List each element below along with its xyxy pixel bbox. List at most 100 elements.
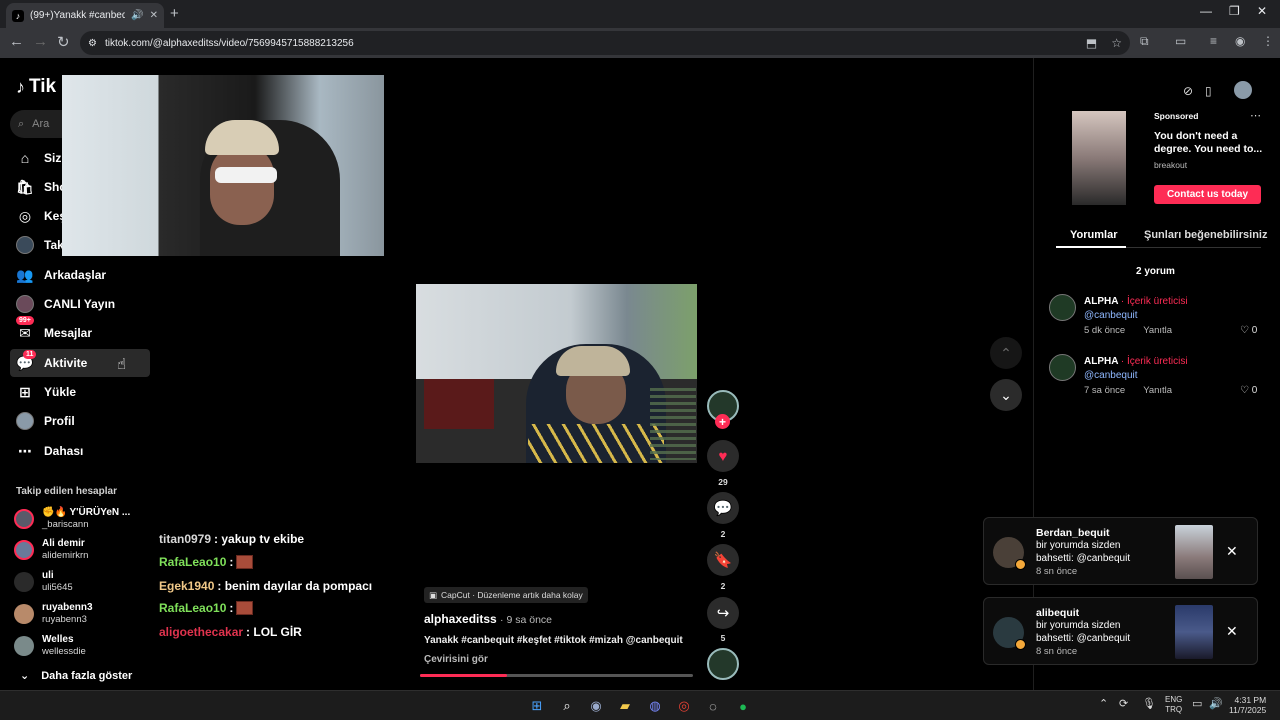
video-progress-bar[interactable] xyxy=(420,674,693,677)
comment-avatar[interactable] xyxy=(1049,354,1076,381)
show-more-button[interactable]: ⌄ Daha fazla göster xyxy=(20,669,132,683)
comment-button[interactable]: 💬 xyxy=(707,492,739,524)
tiktok-logo[interactable]: ♪ Tik xyxy=(16,76,56,98)
media-control-icon[interactable]: ≡ xyxy=(1210,34,1217,48)
notification-thumbnail xyxy=(1175,525,1213,579)
browser-tab-bar: ♪ (99+)Yanakk #canbequit #ke 🔊 ✕ + — ❐ ✕ xyxy=(0,0,1280,28)
like-button[interactable]: ♥ xyxy=(707,440,739,472)
microphone-icon[interactable]: 🎙 xyxy=(1142,697,1156,710)
like-count: 29 xyxy=(718,477,728,487)
window-close-icon[interactable]: ✕ xyxy=(1257,4,1267,18)
compass-icon: ◎ xyxy=(18,207,32,224)
new-tab-button[interactable]: + xyxy=(170,5,179,22)
comment-like[interactable]: ♡ 0 xyxy=(1240,385,1257,396)
search-icon[interactable]: ⌕ xyxy=(558,697,576,715)
heart-outline-icon: ♡ xyxy=(1240,325,1249,336)
volume-icon[interactable]: 🔊 xyxy=(1209,697,1223,710)
comment-like[interactable]: ♡ 0 xyxy=(1240,325,1257,336)
sidebar-item-messages[interactable]: ✉ Mesajlar 99+ xyxy=(10,316,150,347)
reply-button[interactable]: Yanıtla xyxy=(1143,385,1172,396)
spotify-icon[interactable]: ● xyxy=(734,697,752,715)
share-button[interactable]: ↪ xyxy=(707,597,739,629)
following-account[interactable]: ✊🔥 Y'ÜRÜYeN ... _bariscann xyxy=(14,504,154,534)
contact-us-button[interactable]: Contact us today xyxy=(1154,185,1261,204)
save-count: 2 xyxy=(720,581,726,591)
app-icon[interactable]: ◍ xyxy=(646,697,664,715)
tab-comments[interactable]: Yorumlar xyxy=(1070,229,1117,241)
close-icon[interactable]: ✕ xyxy=(1226,623,1238,640)
file-explorer-icon[interactable]: ▰ xyxy=(616,697,634,715)
messages-badge: 99+ xyxy=(16,316,34,325)
account-avatar xyxy=(14,604,34,624)
reply-button[interactable]: Yanıtla xyxy=(1143,325,1172,336)
following-account[interactable]: uli uli5645 xyxy=(14,567,154,597)
windows-taskbar: ⊞ ⌕ ◉ ▰ ◍ ◎ ◌ ● ⌃ ⟳ 🎙 ENG TRQ ▭ 🔊 4:31 P… xyxy=(0,690,1280,720)
windows-start-icon[interactable]: ⊞ xyxy=(528,697,546,715)
discord-icon[interactable]: ◌ xyxy=(704,697,722,715)
comment-avatar[interactable] xyxy=(1049,294,1076,321)
following-account[interactable]: Ali demir alidemirkrn xyxy=(14,535,154,565)
restore-icon[interactable]: ❐ xyxy=(1229,4,1240,18)
site-info-icon[interactable]: ⚙ xyxy=(88,38,97,49)
browser-menu-icon[interactable]: ⋮ xyxy=(1262,34,1274,48)
capcut-label[interactable]: ▣ CapCut · Düzenleme artık daha kolay xyxy=(424,587,588,603)
save-button[interactable]: 🔖 xyxy=(707,544,739,576)
comment-author[interactable]: ALPHA · İçerik üreticisi xyxy=(1084,296,1188,307)
bookmark-star-icon[interactable]: ☆ xyxy=(1111,36,1122,50)
network-icon[interactable]: ▭ xyxy=(1192,697,1202,710)
close-icon[interactable]: ✕ xyxy=(1226,543,1238,560)
chrome-icon[interactable]: ◎ xyxy=(675,697,693,715)
sidebar-item-live[interactable]: CANLI Yayın xyxy=(10,290,150,318)
notification-time: 8 sn önce xyxy=(1036,566,1078,577)
minimize-icon[interactable]: — xyxy=(1200,4,1212,18)
sidebar-item-profile[interactable]: Profil xyxy=(10,407,150,435)
tab-close-icon[interactable]: ✕ xyxy=(150,10,158,21)
sync-icon[interactable]: ⟳ xyxy=(1119,697,1128,710)
split-view-icon[interactable]: ▭ xyxy=(1175,34,1186,48)
mention-notification[interactable]: Berdan_bequit bir yorumda sizden bahsett… xyxy=(983,517,1258,585)
comment-bubble-icon: 💬 xyxy=(713,500,733,517)
chat-message: RafaLeao10 : xyxy=(159,555,254,569)
tray-overflow-icon[interactable]: ⌃ xyxy=(1099,697,1108,710)
follow-plus-icon[interactable]: + xyxy=(715,414,730,429)
url-field[interactable]: ⚙ tiktok.com/@alphaxeditss/video/7569945… xyxy=(80,31,1130,55)
reload-icon[interactable]: ↻ xyxy=(57,33,70,51)
tab-audio-icon[interactable]: 🔊 xyxy=(131,10,143,21)
sound-disc-avatar[interactable] xyxy=(707,648,739,680)
chevron-up-icon: ⌃ xyxy=(1000,344,1012,361)
next-video-button[interactable]: ⌄ xyxy=(990,379,1022,411)
user-avatar[interactable] xyxy=(1234,81,1252,99)
sidebar-item-friends[interactable]: 👥 Arkadaşlar xyxy=(10,261,150,289)
sidebar-item-upload[interactable]: ⊞ Yükle xyxy=(10,378,150,406)
comment-mention[interactable]: @canbequit xyxy=(1084,370,1138,381)
coins-icon[interactable]: ⊘ xyxy=(1183,84,1193,98)
clock[interactable]: 4:31 PM 11/7/2025 xyxy=(1229,695,1266,715)
steam-icon[interactable]: ◉ xyxy=(587,697,605,715)
install-app-icon[interactable]: ⬒ xyxy=(1086,36,1097,50)
translate-link[interactable]: Çevirisini gör xyxy=(424,654,488,665)
browser-tab[interactable]: ♪ (99+)Yanakk #canbequit #ke 🔊 ✕ xyxy=(6,3,164,28)
following-account[interactable]: ruyabenn3 ruyabenn3 xyxy=(14,599,154,629)
previous-video-button[interactable]: ⌃ xyxy=(990,337,1022,369)
capcut-icon: ▣ xyxy=(429,589,438,600)
sidebar-item-more[interactable]: ⋯ Dahası xyxy=(10,437,150,465)
profile-avatar-icon[interactable]: ◉ xyxy=(1235,34,1245,48)
video-author[interactable]: alphaxeditss · 9 sa önce xyxy=(424,612,552,626)
back-icon[interactable]: ← xyxy=(9,33,24,50)
ad-thumbnail[interactable] xyxy=(1072,111,1126,205)
sidebar-item-activity[interactable]: 💬 Aktivite 11 xyxy=(10,349,150,377)
chat-emote-icon xyxy=(236,601,254,615)
comment-author[interactable]: ALPHA · İçerik üreticisi xyxy=(1084,356,1188,367)
forward-icon[interactable]: → xyxy=(33,33,48,50)
live-avatar-icon xyxy=(16,295,34,313)
following-account[interactable]: Welles wellessdie xyxy=(14,631,154,661)
language-indicator[interactable]: ENG TRQ xyxy=(1165,695,1182,715)
mention-notification[interactable]: alibequit bir yorumda sizden bahsetti: @… xyxy=(983,597,1258,665)
tab-you-may-like[interactable]: Şunları beğenebilirsiniz xyxy=(1144,229,1267,241)
extensions-icon[interactable]: ⧉ xyxy=(1140,34,1149,49)
comment-mention[interactable]: @canbequit xyxy=(1084,310,1138,321)
video-player[interactable] xyxy=(416,284,697,463)
device-icon[interactable]: ▯ xyxy=(1205,84,1212,98)
ad-more-icon[interactable]: ⋯ xyxy=(1250,109,1261,122)
chat-text: : xyxy=(229,555,234,569)
